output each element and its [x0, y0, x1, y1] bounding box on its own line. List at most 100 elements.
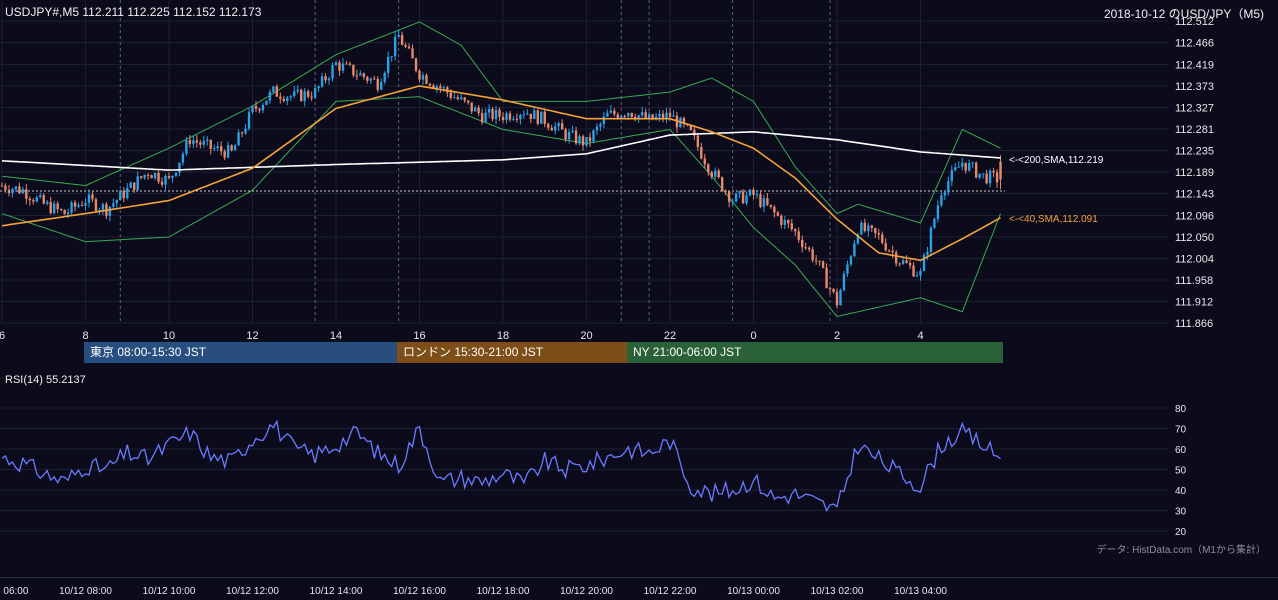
candle-body: [700, 147, 703, 159]
candle-body: [762, 198, 766, 207]
candle-body: [171, 175, 174, 178]
rsi-tick: 20: [1175, 527, 1187, 538]
candle-body: [213, 148, 216, 150]
candle-body: [787, 220, 790, 224]
candle-body: [846, 264, 849, 274]
candle-body: [727, 191, 731, 202]
candle-body: [811, 249, 814, 261]
candle-body: [32, 200, 35, 202]
candle-body: [908, 263, 912, 266]
candle-body: [345, 63, 348, 65]
candle-body: [870, 225, 873, 229]
candle-body: [498, 109, 501, 117]
bollinger-upper-line: [1, 21, 1001, 224]
candle-body: [874, 228, 877, 233]
session-london: ロンドン 15:30-21:00 JST: [397, 342, 627, 363]
price-tick: 112.373: [1175, 81, 1214, 93]
candle-body: [275, 86, 279, 97]
candle-body: [70, 202, 73, 213]
price-tick: 112.466: [1175, 38, 1214, 50]
candle-body: [303, 91, 306, 101]
candle-body: [801, 239, 804, 248]
candle-body: [814, 260, 818, 262]
candle-body: [501, 116, 505, 121]
candle-body: [282, 98, 286, 102]
candle-body: [473, 107, 477, 112]
candle-body: [470, 102, 473, 112]
candle-body: [240, 132, 244, 134]
candle-body: [359, 73, 362, 76]
candle-body: [860, 222, 863, 235]
candle-body: [734, 193, 738, 202]
candle-body: [627, 113, 630, 117]
candle-body: [324, 76, 327, 81]
candle-body: [766, 198, 769, 205]
candle-body: [553, 126, 557, 131]
candle-body: [557, 123, 560, 127]
candle-body: [759, 194, 762, 207]
candle-body: [919, 271, 922, 276]
candle-body: [821, 261, 825, 268]
candle-body: [286, 97, 289, 102]
date-tick: 10/13 02:00: [811, 586, 864, 597]
date-tick: 10/13 00:00: [727, 586, 780, 597]
candle-body: [157, 172, 160, 182]
candle-body: [400, 34, 404, 45]
candle-body: [35, 197, 38, 202]
candle-body: [780, 215, 783, 225]
candle-body: [355, 75, 359, 77]
candle-body: [515, 118, 519, 120]
candle-body: [720, 177, 724, 191]
candle-body: [73, 202, 77, 207]
candle-body: [52, 203, 56, 214]
candle-body: [223, 151, 226, 158]
candle-body: [954, 167, 957, 171]
price-tick: 112.143: [1175, 189, 1214, 201]
candle-body: [957, 166, 960, 168]
sma40-line: [1, 85, 1001, 262]
bollinger-lower-line: [1, 96, 1001, 318]
candle-body: [926, 251, 929, 256]
candle-body: [936, 205, 940, 219]
date-tick: 10/12 14:00: [310, 586, 363, 597]
candle-body: [87, 194, 91, 203]
candle-body: [505, 113, 508, 121]
hour-tick: 4: [917, 330, 923, 340]
candle-body: [710, 172, 713, 177]
candle-body: [320, 76, 324, 87]
candle-body: [724, 190, 727, 192]
candle-body: [411, 48, 414, 59]
candle-body: [435, 86, 439, 89]
candle-body: [696, 135, 700, 148]
hour-tick: 16: [413, 330, 425, 340]
candle-body: [18, 186, 21, 194]
candle-body: [362, 73, 366, 77]
rsi-tick: 60: [1175, 445, 1187, 456]
candle-body: [929, 227, 933, 252]
candle-body: [533, 110, 536, 120]
hour-tick: 14: [330, 330, 342, 340]
candle-body: [672, 115, 675, 117]
candle-body: [943, 192, 947, 196]
candle-body: [536, 110, 539, 124]
candle-body: [602, 116, 606, 124]
candle-body: [150, 175, 153, 179]
candle-body: [442, 87, 446, 89]
candle-body: [550, 127, 553, 131]
candle-body: [25, 189, 28, 199]
candle-body: [233, 145, 237, 151]
candle-body: [119, 190, 122, 201]
candle-body: [407, 46, 411, 49]
price-tick: 111.866: [1175, 318, 1213, 330]
candle-body: [842, 273, 846, 291]
candle-body: [393, 36, 397, 57]
candle-body: [11, 189, 14, 194]
candle-body: [334, 62, 338, 66]
candle-body: [428, 83, 432, 86]
candle-body: [985, 173, 988, 184]
price-tick: 112.004: [1175, 253, 1214, 265]
candle-body: [981, 173, 985, 175]
candle-body: [126, 187, 129, 199]
candle-body: [42, 195, 45, 204]
candle-body: [136, 176, 139, 190]
